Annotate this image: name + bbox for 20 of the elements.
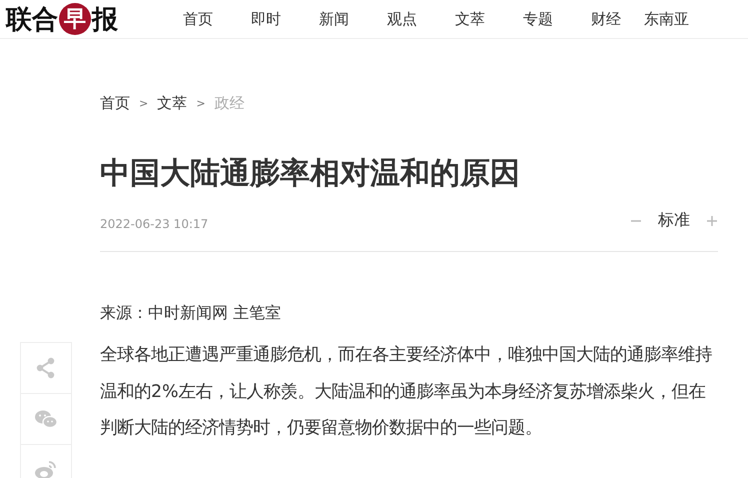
nav-link[interactable]: 文萃 bbox=[436, 10, 504, 28]
article-title: 中国大陆通膨率相对温和的原因 bbox=[100, 155, 521, 193]
nav-link[interactable]: 东南亚 bbox=[644, 10, 689, 28]
article-paragraph: 全球各地正遭遇严重通膨危机，而在各主要经济体中，唯独中国大陆的通膨率维持温和的2%左右，让人称羡。大陆温和的通膨率虽为本身经济复苏增添柴火，但在判断大陆的经济情势时，仍要留意物价数据中的一些问题。 bbox=[100, 344, 713, 440]
breadcrumb-separator: > bbox=[196, 97, 206, 110]
breadcrumb-separator: > bbox=[139, 97, 148, 110]
breadcrumb-link[interactable]: 首页 bbox=[100, 94, 130, 113]
nav-link[interactable]: 即时 bbox=[232, 10, 300, 28]
nav-link[interactable]: 财经 bbox=[572, 10, 640, 28]
font-size-label: 标准 bbox=[658, 210, 690, 231]
nav-link[interactable]: 新闻 bbox=[300, 10, 368, 28]
site-logo[interactable]: 联合 早 报 bbox=[6, 2, 118, 36]
nav-link[interactable]: 专题 bbox=[504, 10, 572, 28]
article-source: 来源：中时新闻网 主笔室 bbox=[100, 302, 282, 324]
publish-date: 2022-06-23 10:17 bbox=[100, 216, 208, 230]
nav-link[interactable]: 首页 bbox=[164, 10, 232, 28]
breadcrumb-link[interactable]: 文萃 bbox=[157, 94, 188, 113]
nav-link[interactable]: 观点 bbox=[368, 10, 436, 28]
weibo-icon bbox=[34, 458, 58, 478]
plus-icon[interactable] bbox=[706, 214, 718, 226]
